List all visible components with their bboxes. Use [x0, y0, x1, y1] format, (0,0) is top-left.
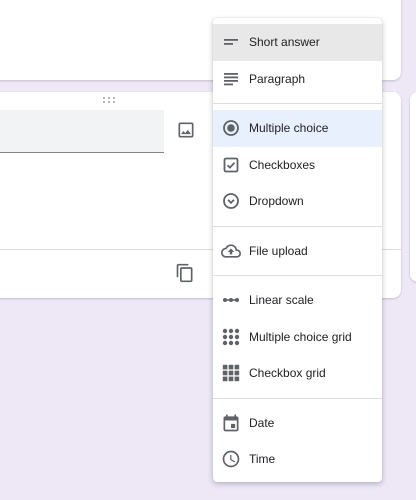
menu-item-checkbox-grid[interactable]: Checkbox grid — [213, 355, 382, 392]
menu-item-multiple-choice[interactable]: Multiple choice — [213, 110, 382, 147]
menu-item-linear-scale[interactable]: Linear scale — [213, 282, 382, 319]
linear-scale-icon — [221, 290, 241, 310]
dropdown-icon — [221, 191, 241, 211]
cloud-upload-icon — [221, 241, 241, 261]
menu-item-time[interactable]: Time — [213, 441, 382, 478]
paragraph-icon — [221, 69, 241, 89]
question-type-menu: Short answer Paragraph Multiple choice C… — [213, 18, 382, 482]
duplicate-icon[interactable] — [175, 263, 195, 283]
menu-item-label: File upload — [249, 243, 308, 258]
menu-item-multiple-choice-grid[interactable]: Multiple choice grid — [213, 319, 382, 356]
menu-item-label: Checkbox grid — [249, 366, 326, 381]
menu-item-dropdown[interactable]: Dropdown — [213, 183, 382, 220]
radio-button-icon — [221, 118, 241, 138]
add-image-icon[interactable] — [176, 120, 196, 140]
menu-item-date[interactable]: Date — [213, 405, 382, 442]
checkbox-grid-icon — [221, 363, 241, 383]
menu-divider — [213, 397, 382, 399]
menu-divider — [213, 275, 382, 276]
menu-item-label: Paragraph — [249, 71, 306, 86]
menu-item-label: Linear scale — [249, 293, 314, 308]
menu-item-label: Dropdown — [249, 194, 304, 209]
radio-grid-icon — [221, 327, 241, 347]
menu-item-paragraph[interactable]: Paragraph — [213, 61, 382, 98]
calendar-icon — [221, 413, 241, 433]
short-answer-icon — [221, 32, 241, 52]
menu-item-label: Checkboxes — [249, 157, 316, 172]
clock-icon — [221, 449, 241, 469]
menu-item-label: Multiple choice grid — [249, 329, 352, 344]
menu-divider — [213, 103, 382, 104]
side-toolbar-card — [410, 92, 416, 282]
menu-divider — [213, 225, 382, 227]
menu-item-file-upload[interactable]: File upload — [213, 233, 382, 270]
menu-item-label: Short answer — [249, 35, 320, 50]
menu-item-label: Date — [249, 415, 275, 430]
question-title-input[interactable] — [0, 110, 164, 153]
menu-item-checkboxes[interactable]: Checkboxes — [213, 147, 382, 184]
checkbox-icon — [221, 155, 241, 175]
menu-item-label: Time — [249, 452, 276, 467]
menu-item-label: Multiple choice — [249, 121, 329, 136]
drag-handle-icon[interactable] — [102, 96, 116, 104]
menu-item-short-answer[interactable]: Short answer — [213, 24, 382, 61]
